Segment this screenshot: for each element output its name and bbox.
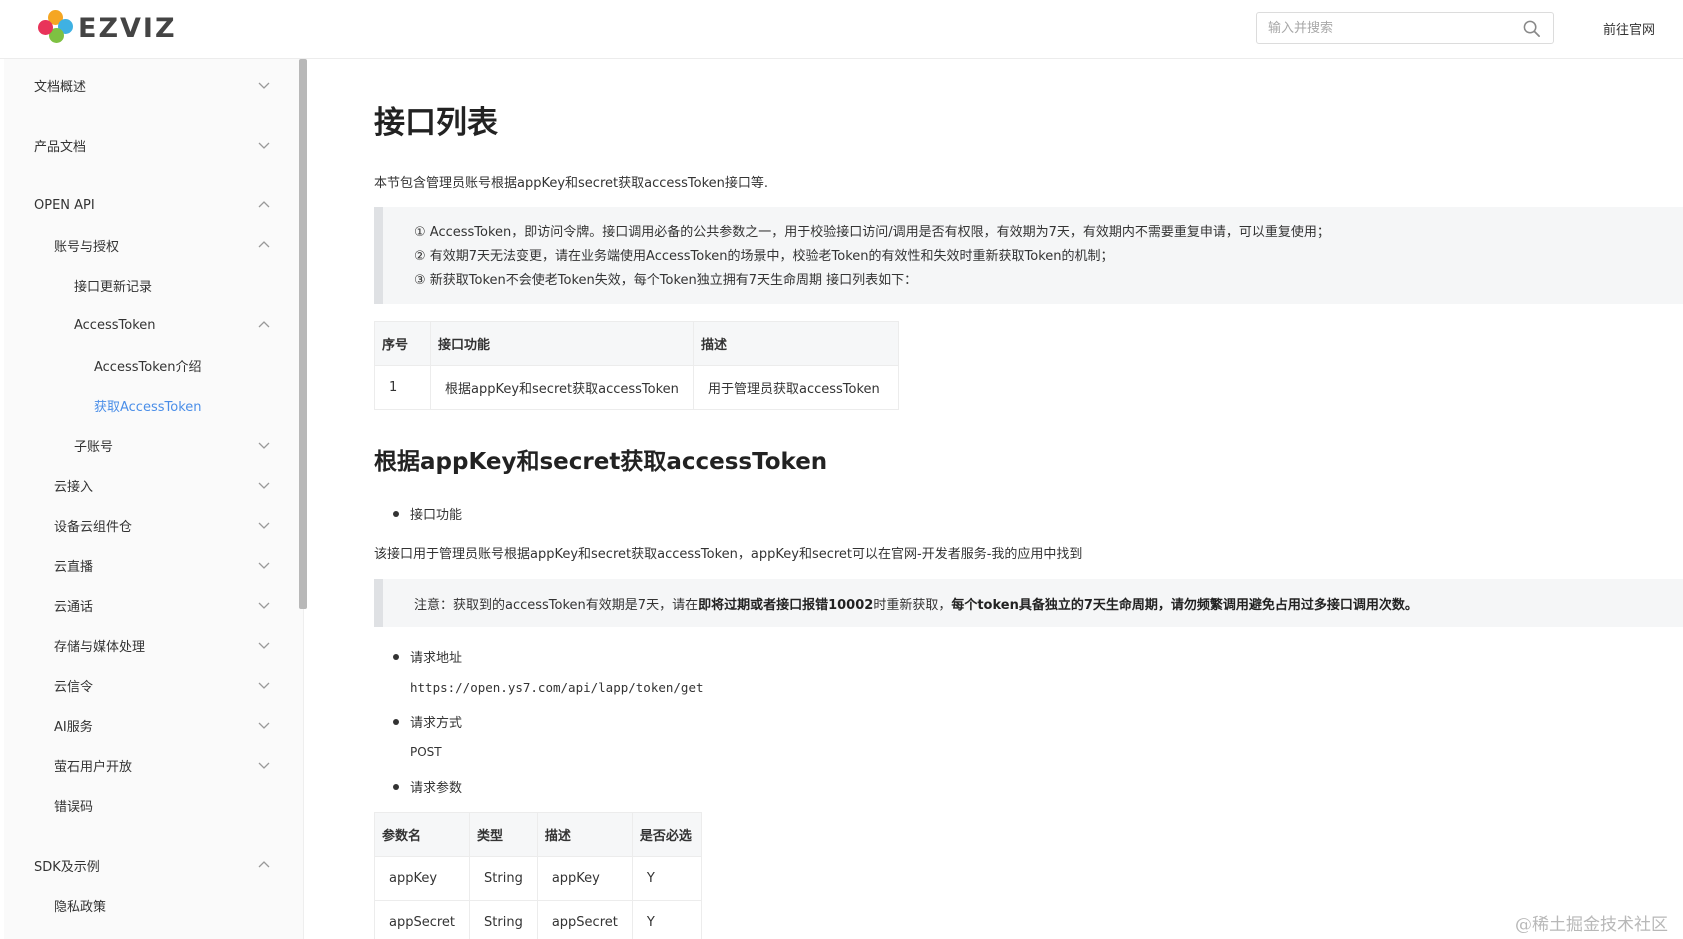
sidebar-item-存储与媒体处理[interactable]: 存储与媒体处理 <box>4 625 300 665</box>
chevron-down-icon[interactable] <box>258 760 270 770</box>
table-cell: appKey <box>536 856 633 901</box>
sidebar-item-账号与授权[interactable]: 账号与授权 <box>4 225 300 265</box>
bullet-request-url: 请求地址 <box>392 647 462 666</box>
sidebar-item-sdk及示例[interactable]: SDK及示例 <box>4 845 300 885</box>
sidebar-item-label: AccessToken介绍 <box>94 359 202 375</box>
sidebar-item-萤石用户开放[interactable]: 萤石用户开放 <box>4 745 300 785</box>
table-header-cell: 描述 <box>536 812 633 857</box>
intro-text: 本节包含管理员账号根据appKey和secret获取accessToken接口等… <box>374 176 769 191</box>
table-header-cell: 是否必选 <box>631 812 702 857</box>
main-content: 接口列表 本节包含管理员账号根据appKey和secret获取accessTok… <box>373 59 1683 939</box>
note-line: ① AccessToken，即访问令牌。接口调用必备的公共参数之一，用于校验接口… <box>414 225 1330 240</box>
sidebar-item-文档概述[interactable]: 文档概述 <box>4 65 300 105</box>
chevron-up-icon[interactable] <box>258 860 270 870</box>
chevron-down-icon[interactable] <box>258 640 270 650</box>
chevron-down-icon[interactable] <box>258 480 270 490</box>
table-cell: appSecret <box>373 900 471 939</box>
chevron-up-icon[interactable] <box>258 320 270 330</box>
chevron-down-icon[interactable] <box>258 720 270 730</box>
api-list-table: 序号 接口功能 描述 1 根据appKey和secret获取accessToke… <box>374 321 899 410</box>
table-cell: 1 <box>374 365 431 410</box>
logo-text: EZVIZ <box>78 12 177 44</box>
table-header-row: 序号 接口功能 描述 <box>374 321 899 366</box>
search-icon[interactable] <box>1522 19 1541 38</box>
note-bold-text: 每个token具备独立的7天生命周期，请勿频繁调用避免占用过多接口调用次数。 <box>951 598 1418 613</box>
sidebar-item-产品文档[interactable]: 产品文档 <box>4 125 300 165</box>
table-cell: String <box>469 856 538 901</box>
table-row: appKey String appKey Y <box>373 856 702 901</box>
sidebar-item-设备云组件仓[interactable]: 设备云组件仓 <box>4 505 300 545</box>
bullet-request-params: 请求参数 <box>392 777 462 796</box>
sidebar-item-子账号[interactable]: 子账号 <box>4 425 300 465</box>
top-header: EZVIZ 前往官网 <box>0 0 1683 59</box>
table-cell: appKey <box>373 856 471 901</box>
chevron-up-icon[interactable] <box>258 200 270 210</box>
chevron-down-icon[interactable] <box>258 520 270 530</box>
chevron-down-icon[interactable] <box>258 560 270 570</box>
sidebar-item-隐私政策[interactable]: 隐私政策 <box>4 885 300 925</box>
sidebar-item-label: 接口更新记录 <box>74 279 153 295</box>
note-line: ③ 新获取Token不会使老Token失效，每个Token独立拥有7天生命周期 … <box>414 273 918 288</box>
warning-note: 注意：获取到的accessToken有效期是7天，请在即将过期或者接口报错100… <box>374 579 1683 627</box>
ezviz-logo[interactable]: EZVIZ <box>36 10 177 46</box>
sidebar-nav: 文档概述产品文档 OPEN API 账号与授权接口更新记录 AccessToken Ac… <box>4 59 304 939</box>
table-header-cell: 类型 <box>469 812 538 857</box>
search-box[interactable] <box>1256 12 1554 44</box>
info-note: ① AccessToken，即访问令牌。接口调用必备的公共参数之一，用于校验接口… <box>374 207 1683 304</box>
table-header-cell: 接口功能 <box>430 321 694 366</box>
sidebar-item-获取accesstoken[interactable]: 获取AccessToken <box>4 385 300 425</box>
sidebar-item-accesstoken[interactable]: AccessToken <box>4 305 300 345</box>
table-row: appSecret String appSecret Y <box>373 900 702 939</box>
chevron-down-icon[interactable] <box>258 140 270 150</box>
chevron-down-icon[interactable] <box>258 680 270 690</box>
search-input[interactable] <box>1257 13 1507 43</box>
sidebar-item-错误码[interactable]: 错误码 <box>4 785 300 825</box>
table-cell: appSecret <box>536 900 633 939</box>
sidebar-item-label: 隐私政策 <box>54 899 107 915</box>
chevron-down-icon[interactable] <box>258 440 270 450</box>
sidebar-item-云直播[interactable]: 云直播 <box>4 545 300 585</box>
sidebar-item-云接入[interactable]: 云接入 <box>4 465 300 505</box>
sidebar-item-label: 错误码 <box>54 799 94 815</box>
note-bold-text: 即将过期或者接口报错10002 <box>698 598 874 613</box>
watermark: @稀土掘金技术社区 <box>1515 915 1668 935</box>
sidebar-item-label: 获取AccessToken <box>94 399 202 415</box>
sidebar-item-ai服务[interactable]: AI服务 <box>4 705 300 745</box>
section-title: 根据appKey和secret获取accessToken <box>374 449 828 475</box>
table-cell: String <box>469 900 538 939</box>
function-description: 该接口用于管理员账号根据appKey和secret获取accessToken，a… <box>374 547 1083 562</box>
bullet-request-method: 请求方式 <box>392 712 462 731</box>
page-title: 接口列表 <box>374 105 498 141</box>
sidebar-item-接口更新记录[interactable]: 接口更新记录 <box>4 265 300 305</box>
sidebar-item-云通话[interactable]: 云通话 <box>4 585 300 625</box>
sidebar-scrollbar[interactable] <box>299 59 307 609</box>
table-header-row: 参数名 类型 描述 是否必选 <box>373 812 702 857</box>
goto-official-site-link[interactable]: 前往官网 <box>1603 19 1655 38</box>
table-cell: 根据appKey和secret获取accessToken <box>430 365 694 410</box>
request-method-value: POST <box>410 745 442 759</box>
sidebar-item-云信令[interactable]: 云信令 <box>4 665 300 705</box>
logo-mark-icon <box>36 10 74 46</box>
param-table: 参数名 类型 描述 是否必选 appKey String appKey Y ap… <box>373 812 702 939</box>
request-url-code: https://open.ys7.com/api/lapp/token/get <box>410 680 704 695</box>
table-cell: 用于管理员获取accessToken <box>693 365 899 410</box>
table-header-cell: 参数名 <box>373 812 471 857</box>
sidebar-item-accesstoken介绍[interactable]: AccessToken介绍 <box>4 345 300 385</box>
chevron-down-icon[interactable] <box>258 600 270 610</box>
table-header-cell: 描述 <box>693 321 899 366</box>
table-header-cell: 序号 <box>374 321 431 366</box>
chevron-down-icon[interactable] <box>258 80 270 90</box>
bullet-function: 接口功能 <box>392 504 462 523</box>
table-row: 1 根据appKey和secret获取accessToken 用于管理员获取ac… <box>374 365 899 410</box>
chevron-up-icon[interactable] <box>258 240 270 250</box>
note-text: 时重新获取， <box>873 598 952 613</box>
sidebar-item-open-api[interactable]: OPEN API <box>4 185 300 225</box>
note-line: ② 有效期7天无法变更，请在业务端使用AccessToken的场景中，校验老To… <box>414 249 1114 264</box>
table-cell: Y <box>631 856 702 901</box>
table-cell: Y <box>631 900 702 939</box>
note-text: 注意：获取到的accessToken有效期是7天，请在 <box>414 598 699 613</box>
